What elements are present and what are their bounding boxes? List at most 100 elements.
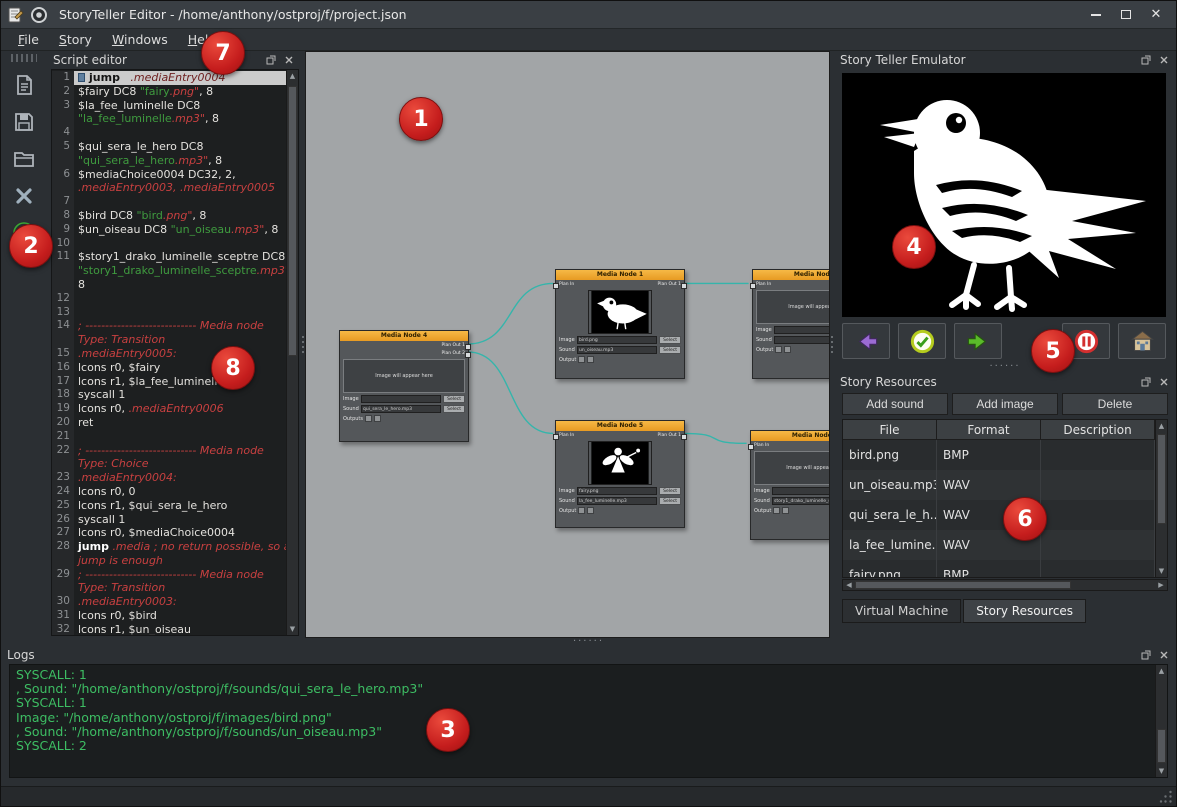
scroll-down-icon[interactable]: ▼	[287, 623, 298, 635]
code-line[interactable]: Type: Transition	[52, 333, 286, 347]
code-line[interactable]: 12	[52, 292, 286, 306]
code-line[interactable]: 10	[52, 237, 286, 251]
scroll-up-icon[interactable]: ▲	[287, 70, 298, 82]
output-port[interactable]: Plan Out 1	[658, 433, 681, 439]
scroll-right-icon[interactable]: ▶	[1155, 581, 1167, 589]
delete-button[interactable]: Delete	[1062, 393, 1168, 415]
tab-virtual-machine[interactable]: Virtual Machine	[842, 599, 961, 623]
output-port[interactable]: Plan Out 1	[442, 343, 465, 349]
input-port[interactable]: Plan In	[754, 443, 769, 449]
add-output-button[interactable]	[578, 507, 585, 514]
select-button[interactable]: Select	[659, 497, 681, 505]
validate-button[interactable]	[898, 323, 946, 359]
minimize-button[interactable]	[1082, 5, 1110, 25]
select-button[interactable]: Select	[659, 336, 681, 344]
resource-row[interactable]: un_oiseau.mp3WAV	[843, 470, 1155, 500]
toolbar-handle[interactable]	[11, 54, 37, 62]
media-node-3[interactable]: Media Node 3Plan InImage will appear her…	[750, 430, 830, 540]
new-script-button[interactable]	[9, 71, 39, 99]
input-port[interactable]: Plan In	[756, 282, 771, 288]
close-project-button[interactable]	[9, 182, 39, 210]
code-line[interactable]: 9$un_oiseau DC8 "un_oiseau.mp3", 8	[52, 223, 286, 237]
code-lines[interactable]: 1jump .mediaEntry00042$fairy DC8 "fairy.…	[52, 71, 286, 635]
code-line[interactable]: 17lcons r1, $la_fee_luminelle	[52, 375, 286, 389]
code-line[interactable]: 32lcons r1, $un_oiseau	[52, 623, 286, 635]
column-header-file[interactable]: File	[843, 420, 937, 439]
code-line[interactable]: 18syscall 1	[52, 388, 286, 402]
float-panel-icon[interactable]	[1140, 649, 1152, 661]
scroll-up-icon[interactable]: ▲	[1156, 420, 1167, 432]
add-sound-button[interactable]: Add sound	[842, 393, 948, 415]
field-value[interactable]	[774, 326, 830, 334]
code-line[interactable]: 24lcons r0, 0	[52, 485, 286, 499]
field-value[interactable]	[774, 336, 830, 344]
resource-row[interactable]: fairy.pngBMP	[843, 560, 1155, 577]
media-node-5[interactable]: Media Node 5Plan InPlan Out 1Imagefairy.…	[555, 420, 685, 528]
table-hscrollbar[interactable]: ◀ ▶	[842, 579, 1168, 591]
code-line[interactable]: 21	[52, 430, 286, 444]
code-line[interactable]: 28jump .media ; no return possible, so a	[52, 540, 286, 554]
code-line[interactable]: .mediaEntry0003, .mediaEntry0005	[52, 181, 286, 195]
code-line[interactable]: 3$la_fee_luminelle DC8	[52, 99, 286, 113]
close-panel-icon[interactable]	[1158, 54, 1170, 66]
scroll-left-icon[interactable]: ◀	[843, 581, 855, 589]
media-node-4[interactable]: Media Node 4Plan Out 1Plan Out 2Image wi…	[339, 330, 469, 442]
splitter-handle[interactable]: ······	[1, 638, 1176, 646]
code-line[interactable]: 23.mediaEntry0004:	[52, 471, 286, 485]
scrollbar-thumb[interactable]	[1157, 434, 1166, 524]
input-port[interactable]: Plan In	[559, 433, 574, 439]
menu-story[interactable]: Story	[50, 30, 101, 49]
select-button[interactable]: Select	[659, 487, 681, 495]
code-line[interactable]: 6$mediaChoice0004 DC32, 2,	[52, 168, 286, 182]
tab-story-resources[interactable]: Story Resources	[963, 599, 1086, 623]
open-button[interactable]	[9, 145, 39, 173]
add-output-button[interactable]	[775, 346, 782, 353]
script-editor-scrollbar[interactable]: ▲ ▼	[286, 70, 298, 635]
field-value[interactable]: un_oiseau.mp3	[577, 346, 657, 354]
code-line[interactable]: 5$qui_sera_le_hero DC8	[52, 140, 286, 154]
code-line[interactable]: jump is enough	[52, 554, 286, 568]
menu-windows[interactable]: Windows	[103, 30, 177, 49]
column-header-description[interactable]: Description	[1041, 420, 1155, 439]
code-line[interactable]: 15.mediaEntry0005:	[52, 347, 286, 361]
code-line[interactable]: 8$bird DC8 "bird.png", 8	[52, 209, 286, 223]
resources-table[interactable]: FileFormatDescription bird.pngBMPun_oise…	[842, 419, 1168, 578]
float-panel-icon[interactable]	[1140, 376, 1152, 388]
resource-row[interactable]: qui_sera_le_h...WAV	[843, 500, 1155, 530]
node-title[interactable]: Media Node 2	[753, 270, 830, 280]
field-value[interactable]: qui_sera_le_hero.mp3	[361, 405, 441, 413]
code-line[interactable]: 1jump .mediaEntry0004	[52, 71, 286, 85]
select-button[interactable]: Select	[443, 395, 465, 403]
menu-help[interactable]: Help	[179, 30, 226, 49]
code-line[interactable]: 16lcons r0, $fairy	[52, 361, 286, 375]
field-value[interactable]	[361, 395, 441, 403]
node-title[interactable]: Media Node 1	[556, 270, 684, 280]
close-panel-icon[interactable]	[283, 54, 295, 66]
maximize-button[interactable]	[1112, 5, 1140, 25]
logs-scrollbar[interactable]: ▲ ▼	[1155, 665, 1167, 777]
code-line[interactable]: Type: Choice	[52, 457, 286, 471]
resource-row[interactable]: bird.pngBMP	[843, 440, 1155, 470]
media-node-1[interactable]: Media Node 1Plan InPlan Out 1Imagebird.p…	[555, 269, 685, 379]
forward-button[interactable]	[954, 323, 1002, 359]
field-value[interactable]: bird.png	[577, 336, 657, 344]
node-canvas[interactable]: Media Node 4Plan Out 1Plan Out 2Image wi…	[305, 51, 830, 638]
add-image-button[interactable]: Add image	[952, 393, 1058, 415]
close-panel-icon[interactable]	[1158, 376, 1170, 388]
select-button[interactable]: Select	[659, 346, 681, 354]
select-button[interactable]: Select	[443, 405, 465, 413]
resize-grip-icon[interactable]	[1159, 790, 1173, 804]
scrollbar-thumb[interactable]	[1157, 729, 1166, 763]
code-line[interactable]: "qui_sera_le_hero.mp3", 8	[52, 154, 286, 168]
scrollbar-thumb[interactable]	[288, 86, 297, 356]
script-editor[interactable]: 1jump .mediaEntry00042$fairy DC8 "fairy.…	[51, 69, 299, 636]
code-line[interactable]: 14; ---------------------------- Media n…	[52, 319, 286, 333]
output-port[interactable]: Plan Out 2	[442, 351, 465, 357]
node-title[interactable]: Media Node 4	[340, 331, 468, 341]
code-line[interactable]: 20ret	[52, 416, 286, 430]
code-line[interactable]: 26syscall 1	[52, 513, 286, 527]
scroll-down-icon[interactable]: ▼	[1156, 765, 1167, 777]
code-line[interactable]: 25lcons r1, $qui_sera_le_hero	[52, 499, 286, 513]
splitter-handle[interactable]: ······	[834, 359, 1176, 373]
table-vscrollbar[interactable]: ▲ ▼	[1155, 420, 1167, 577]
